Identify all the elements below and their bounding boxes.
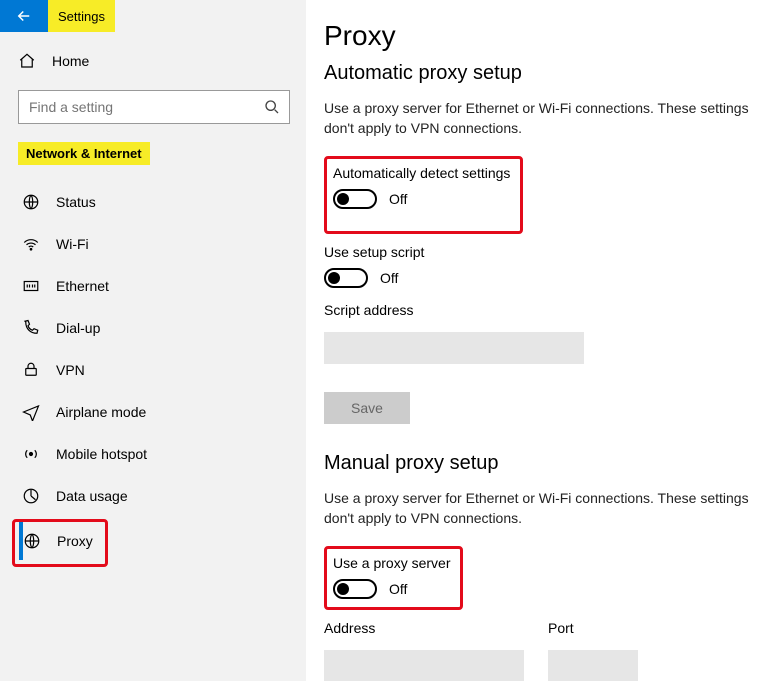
app-title: Settings (48, 0, 115, 32)
script-label: Use setup script (324, 244, 750, 260)
manual-help-text: Use a proxy server for Ethernet or Wi-Fi… (324, 489, 750, 528)
sidebar-item-label: Mobile hotspot (56, 446, 147, 462)
autodetect-toggle[interactable] (333, 189, 377, 209)
sidebar-item-hotspot[interactable]: Mobile hotspot (18, 435, 290, 473)
sidebar-item-label: Airplane mode (56, 404, 146, 420)
highlight-box-autodetect: Automatically detect settings Off (324, 156, 523, 234)
titlebar: Settings (0, 0, 306, 32)
nav-home-label: Home (52, 53, 89, 69)
sidebar-item-label: Proxy (57, 533, 93, 549)
autodetect-state: Off (389, 191, 407, 207)
vpn-icon (22, 361, 42, 379)
sidebar-item-data[interactable]: Data usage (18, 477, 290, 515)
status-icon (22, 193, 42, 211)
search-input[interactable] (18, 90, 290, 124)
globe-icon (23, 532, 43, 550)
sidebar-item-ethernet[interactable]: Ethernet (18, 267, 290, 305)
back-button[interactable] (0, 0, 48, 32)
category-label: Network & Internet (18, 142, 150, 165)
airplane-icon (22, 403, 42, 421)
sidebar: Settings Home Network & Internet Status (0, 0, 306, 681)
script-address-label: Script address (324, 302, 750, 318)
section-manual-heading: Manual proxy setup (324, 452, 750, 475)
main-pane: Proxy Automatic proxy setup Use a proxy … (306, 0, 768, 681)
ethernet-icon (22, 277, 42, 295)
script-toggle[interactable] (324, 268, 368, 288)
autodetect-label: Automatically detect settings (333, 165, 510, 181)
sidebar-item-airplane[interactable]: Airplane mode (18, 393, 290, 431)
save-button[interactable]: Save (324, 392, 410, 424)
highlight-box-proxy: Proxy (12, 519, 108, 567)
data-icon (22, 487, 42, 505)
sidebar-item-label: Data usage (56, 488, 128, 504)
arrow-left-icon (15, 7, 33, 25)
useproxy-label: Use a proxy server (333, 555, 450, 571)
address-input[interactable] (324, 650, 524, 681)
sidebar-item-wifi[interactable]: Wi-Fi (18, 225, 290, 263)
sidebar-item-label: Ethernet (56, 278, 109, 294)
section-auto-heading: Automatic proxy setup (324, 62, 750, 85)
sidebar-item-label: VPN (56, 362, 85, 378)
sidebar-item-label: Status (56, 194, 96, 210)
nav-home[interactable]: Home (18, 46, 290, 76)
sidebar-item-label: Dial-up (56, 320, 100, 336)
sidebar-item-proxy[interactable]: Proxy (19, 522, 101, 560)
highlight-box-useproxy: Use a proxy server Off (324, 546, 463, 610)
phone-icon (22, 319, 42, 337)
useproxy-state: Off (389, 581, 407, 597)
auto-help-text: Use a proxy server for Ethernet or Wi-Fi… (324, 99, 750, 138)
hotspot-icon (22, 445, 42, 463)
script-state: Off (380, 270, 398, 286)
sidebar-item-label: Wi-Fi (56, 236, 89, 252)
sidebar-item-status[interactable]: Status (18, 183, 290, 221)
port-input[interactable] (548, 650, 638, 681)
page-title: Proxy (324, 20, 750, 52)
script-address-input[interactable] (324, 332, 584, 364)
address-label: Address (324, 620, 524, 636)
useproxy-toggle[interactable] (333, 579, 377, 599)
port-label: Port (548, 620, 638, 636)
wifi-icon (22, 235, 42, 253)
sidebar-item-vpn[interactable]: VPN (18, 351, 290, 389)
search-wrap (18, 90, 290, 124)
sidebar-item-dialup[interactable]: Dial-up (18, 309, 290, 347)
home-icon (18, 52, 38, 70)
